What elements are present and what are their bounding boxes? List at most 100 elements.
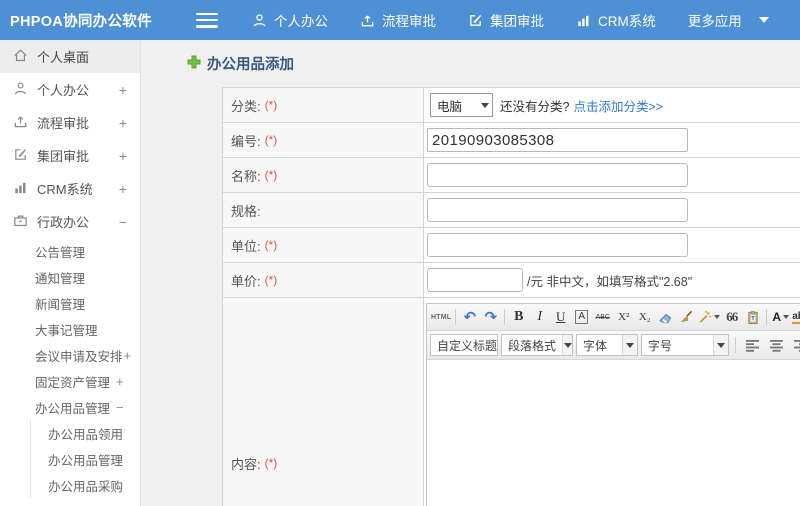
name-input[interactable] bbox=[427, 163, 688, 187]
form-row-content: 内容: (*) HTML ↶ ↷ B I U A ABC X² X₂ 66 A … bbox=[223, 298, 800, 506]
chevron-down-icon bbox=[758, 17, 769, 23]
share-icon bbox=[13, 114, 37, 132]
sidebar-item-supplies-claim[interactable]: 办公用品领用 bbox=[31, 420, 140, 446]
editor-content-area[interactable] bbox=[427, 360, 800, 506]
font-size-select[interactable]: 字号 bbox=[641, 334, 729, 356]
collapse-toggle[interactable]: − bbox=[119, 214, 127, 230]
expand-toggle[interactable]: + bbox=[119, 148, 127, 164]
required-mark: (*) bbox=[264, 456, 278, 470]
app-window: PHPOA协同办公软件 个人办公 流程审批 集团审批 CRM系统 更多应用 个人… bbox=[0, 0, 800, 506]
strikethrough-button[interactable]: ABC bbox=[592, 307, 613, 327]
nav-crm-system[interactable]: CRM系统 bbox=[576, 10, 656, 30]
paste-icon[interactable] bbox=[742, 307, 763, 327]
home-icon bbox=[13, 48, 37, 66]
form-row-unit: 单位: (*) bbox=[223, 228, 800, 263]
sidebar-item-personal-desktop[interactable]: 个人桌面 bbox=[0, 40, 140, 73]
add-category-link[interactable]: 点击添加分类>> bbox=[573, 96, 663, 115]
user-icon bbox=[252, 13, 267, 28]
sidebar-item-supplies-manage[interactable]: 办公用品管理 bbox=[31, 446, 140, 472]
auto-typeset-wand-icon[interactable] bbox=[697, 307, 721, 327]
user-icon bbox=[13, 81, 37, 99]
editor-toolbar-row2: 自定义标题 段落格式 字体 字号 bbox=[427, 331, 800, 360]
highlight-color-button[interactable]: ab bbox=[791, 307, 800, 327]
collapse-toggle[interactable]: − bbox=[116, 400, 124, 415]
sidebar-item-admin-office[interactable]: 行政办公 − bbox=[0, 205, 140, 238]
form-row-code: 编号: (*) bbox=[223, 123, 800, 158]
eraser-icon[interactable] bbox=[655, 307, 676, 327]
italic-button[interactable]: I bbox=[529, 307, 550, 327]
admin-office-submenu: 公告管理 通知管理 新闻管理 大事记管理 会议申请及安排 + 固定资产管理 + 办公… bbox=[0, 238, 140, 498]
spec-input[interactable] bbox=[427, 198, 688, 222]
nav-personal-office[interactable]: 个人办公 bbox=[252, 10, 328, 30]
rich-text-editor: HTML ↶ ↷ B I U A ABC X² X₂ 66 A a 自定义标题 … bbox=[426, 303, 800, 506]
spec-label: 规格: bbox=[231, 203, 261, 219]
sidebar-item-process-approval[interactable]: 流程审批 + bbox=[0, 106, 140, 139]
blockquote-button[interactable]: 66 bbox=[721, 307, 742, 327]
select-arrow-icon bbox=[622, 335, 637, 355]
font-color-button[interactable]: A bbox=[770, 307, 791, 327]
top-nav: 个人办公 流程审批 集团审批 CRM系统 更多应用 bbox=[252, 10, 769, 30]
nav-process-approval[interactable]: 流程审批 bbox=[360, 10, 436, 30]
category-label: 分类: bbox=[231, 98, 261, 114]
expand-toggle[interactable]: + bbox=[119, 115, 127, 131]
code-label: 编号: bbox=[231, 133, 261, 149]
sidebar-item-personal-office[interactable]: 个人办公 + bbox=[0, 73, 140, 106]
align-center-icon[interactable] bbox=[766, 335, 787, 355]
expand-toggle[interactable]: + bbox=[124, 348, 132, 363]
nav-more-apps[interactable]: 更多应用 bbox=[688, 10, 769, 30]
undo-button[interactable]: ↶ bbox=[459, 307, 480, 327]
expand-toggle[interactable]: + bbox=[119, 181, 127, 197]
sidebar-item-announcement-mgmt[interactable]: 公告管理 bbox=[0, 238, 140, 264]
align-right-icon[interactable] bbox=[790, 335, 800, 355]
price-input[interactable] bbox=[427, 268, 523, 292]
select-arrow-icon bbox=[477, 94, 492, 116]
menu-toggle-icon[interactable] bbox=[196, 12, 218, 28]
form-row-price: 单价: (*) /元 非中文，如填写格式"2.68" bbox=[223, 263, 800, 298]
office-supplies-submenu: 办公用品领用 办公用品管理 办公用品采购 bbox=[30, 420, 140, 498]
form-row-spec: 规格: bbox=[223, 193, 800, 228]
share-icon bbox=[360, 13, 375, 28]
required-mark: (*) bbox=[264, 238, 278, 252]
dropdown-caret-icon bbox=[783, 315, 790, 319]
redo-button[interactable]: ↷ bbox=[480, 307, 501, 327]
unit-input[interactable] bbox=[427, 233, 688, 257]
subscript-button[interactable]: X₂ bbox=[634, 307, 655, 327]
category-select[interactable]: 电脑 bbox=[430, 93, 493, 117]
sidebar-item-supplies-purchase[interactable]: 办公用品采购 bbox=[31, 472, 140, 498]
bold-button[interactable]: B bbox=[508, 307, 529, 327]
expand-toggle[interactable]: + bbox=[119, 82, 127, 98]
form-row-category: 分类: (*) 电脑 还没有分类? 点击添加分类>> bbox=[223, 88, 800, 123]
sidebar-item-notice-mgmt[interactable]: 通知管理 bbox=[0, 264, 140, 290]
name-label: 名称: bbox=[231, 168, 261, 184]
align-left-icon[interactable] bbox=[742, 335, 763, 355]
app-logo: PHPOA协同办公软件 bbox=[10, 13, 152, 30]
sidebar-item-fixed-assets-mgmt[interactable]: 固定资产管理 + bbox=[0, 368, 140, 394]
sidebar-item-crm-system[interactable]: CRM系统 + bbox=[0, 172, 140, 205]
required-mark: (*) bbox=[264, 98, 278, 112]
form-row-name: 名称: (*) bbox=[223, 158, 800, 193]
sidebar-item-meeting-mgmt[interactable]: 会议申请及安排 + bbox=[0, 342, 140, 368]
superscript-button[interactable]: X² bbox=[613, 307, 634, 327]
category-hint: 还没有分类? bbox=[500, 99, 570, 114]
add-plus-icon bbox=[187, 55, 201, 73]
font-border-button[interactable]: A bbox=[571, 307, 592, 327]
custom-heading-select[interactable]: 自定义标题 bbox=[430, 334, 513, 356]
paragraph-format-select[interactable]: 段落格式 bbox=[501, 334, 573, 356]
html-source-button[interactable]: HTML bbox=[430, 307, 452, 327]
edit-icon bbox=[468, 13, 483, 28]
sidebar-item-office-supplies-mgmt[interactable]: 办公用品管理 − bbox=[0, 394, 140, 420]
underline-button[interactable]: U bbox=[550, 307, 571, 327]
expand-toggle[interactable]: + bbox=[116, 374, 124, 389]
sidebar-item-news-mgmt[interactable]: 新闻管理 bbox=[0, 290, 140, 316]
format-brush-icon[interactable] bbox=[676, 307, 697, 327]
sidebar-item-group-approval[interactable]: 集团审批 + bbox=[0, 139, 140, 172]
nav-group-approval[interactable]: 集团审批 bbox=[468, 10, 544, 30]
briefcase-icon bbox=[13, 213, 37, 231]
font-family-select[interactable]: 字体 bbox=[576, 334, 638, 356]
sidebar-item-events-mgmt[interactable]: 大事记管理 bbox=[0, 316, 140, 342]
code-input[interactable] bbox=[427, 128, 688, 152]
add-supplies-form: 分类:(*) 电脑 还没有分类? 点击添加分类>> 编号:(*) 名称:(*) bbox=[222, 87, 800, 506]
sidebar: 个人桌面 个人办公 + 流程审批 + 集团审批 + CRM系统 + 行政办公 − bbox=[0, 40, 141, 506]
select-arrow-icon bbox=[562, 335, 572, 355]
bar-chart-icon bbox=[13, 180, 37, 198]
